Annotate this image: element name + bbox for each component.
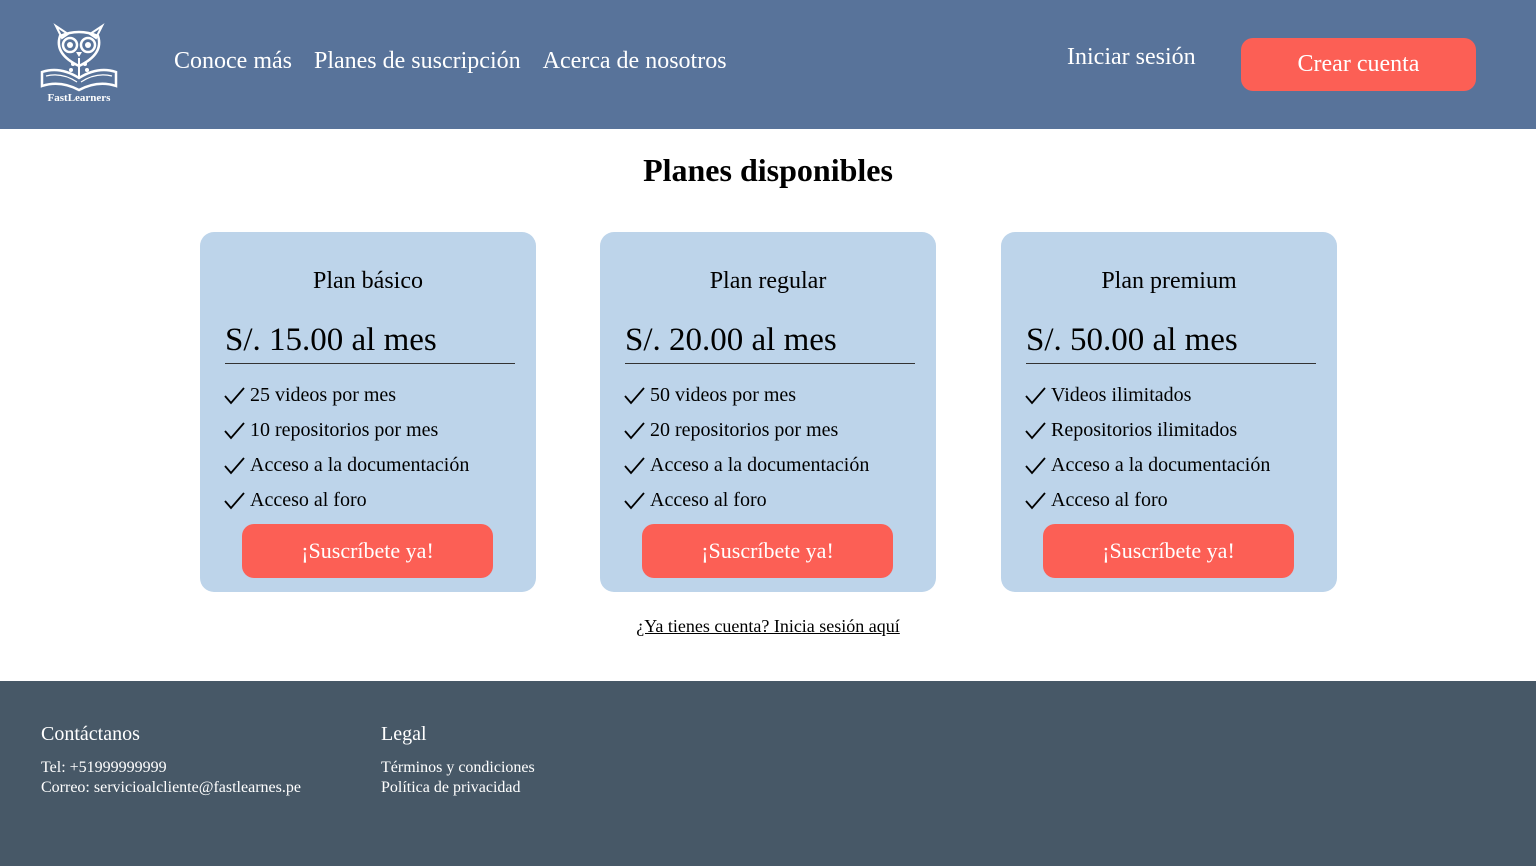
nav-acerca-nosotros[interactable]: Acerca de nosotros (543, 48, 727, 75)
feature-label: Acceso a la documentación (250, 454, 470, 476)
page-title: Planes disponibles (643, 152, 893, 188)
nav-planes-suscripcion[interactable]: Planes de suscripción (314, 48, 521, 75)
plan-name: Plan premium (1101, 268, 1237, 294)
footer-email: Correo: servicioalcliente@fastlearnes.pe (41, 779, 301, 796)
feature-list: 50 videos por mes 20 repositorios por me… (622, 378, 869, 518)
feature-item: 25 videos por mes (222, 378, 469, 413)
footer-legal-title: Legal (381, 723, 427, 745)
plan-price: S/. 15.00 al mes (225, 322, 515, 364)
plan-card-regular: Plan regular S/. 20.00 al mes 50 videos … (600, 232, 936, 592)
footer-contact: Contáctanos Tel: +51999999999 Correo: se… (41, 723, 301, 798)
feature-item: 50 videos por mes (622, 378, 869, 413)
main-nav: Conoce más Planes de suscripción Acerca … (174, 48, 727, 75)
checkmark-icon (224, 491, 245, 509)
plan-name: Plan regular (709, 268, 827, 294)
checkmark-icon (1025, 386, 1046, 404)
feature-label: 20 repositorios por mes (650, 419, 839, 441)
feature-item: Acceso al foro (1023, 483, 1270, 518)
checkmark-icon (1025, 421, 1046, 439)
feature-item: Videos ilimitados (1023, 378, 1270, 413)
checkmark-icon (624, 491, 645, 509)
feature-label: 50 videos por mes (650, 384, 797, 406)
privacy-link[interactable]: Política de privacidad (381, 778, 535, 798)
nav-conoce-mas[interactable]: Conoce más (174, 48, 292, 75)
feature-item: 10 repositorios por mes (222, 413, 469, 448)
feature-item: 20 repositorios por mes (622, 413, 869, 448)
feature-label: 10 repositorios por mes (250, 419, 439, 441)
feature-item: Acceso al foro (222, 483, 469, 518)
feature-item: Acceso a la documentación (222, 448, 469, 483)
feature-item: Acceso al foro (622, 483, 869, 518)
feature-item: Acceso a la documentación (1023, 448, 1270, 483)
subscribe-button-premium[interactable]: ¡Suscríbete ya! (1043, 524, 1294, 578)
plan-price: S/. 50.00 al mes (1026, 322, 1316, 364)
feature-label: Repositorios ilimitados (1051, 419, 1238, 441)
plan-card-basic: Plan básico S/. 15.00 al mes 25 videos p… (200, 232, 536, 592)
terms-link[interactable]: Términos y condiciones (381, 758, 535, 778)
logo[interactable]: FastLearners (38, 20, 120, 110)
plan-card-premium: Plan premium S/. 50.00 al mes Videos ili… (1001, 232, 1337, 592)
feature-label: Acceso al foro (250, 489, 367, 511)
feature-label: Acceso a la documentación (650, 454, 870, 476)
subscribe-button-regular[interactable]: ¡Suscríbete ya! (642, 524, 893, 578)
feature-list: 25 videos por mes 10 repositorios por me… (222, 378, 469, 518)
feature-list: Videos ilimitados Repositorios ilimitado… (1023, 378, 1270, 518)
feature-label: Videos ilimitados (1051, 384, 1192, 406)
plan-price: S/. 20.00 al mes (625, 322, 915, 364)
footer-legal: Legal Términos y condiciones Política de… (381, 723, 535, 798)
footer-phone: Tel: +51999999999 (41, 759, 167, 776)
feature-item: Repositorios ilimitados (1023, 413, 1270, 448)
owl-book-icon (40, 23, 118, 92)
footer-contact-title: Contáctanos (41, 723, 140, 745)
feature-label: Acceso a la documentación (1051, 454, 1271, 476)
checkmark-icon (1025, 491, 1046, 509)
login-prompt: ¿Ya tienes cuenta? Inicia sesión aquí (0, 616, 1536, 637)
feature-label: Acceso al foro (1051, 489, 1168, 511)
feature-label: 25 videos por mes (250, 384, 397, 406)
checkmark-icon (624, 421, 645, 439)
checkmark-icon (624, 386, 645, 404)
checkmark-icon (224, 421, 245, 439)
subscribe-button-basic[interactable]: ¡Suscríbete ya! (242, 524, 493, 578)
header: FastLearners Conoce más Planes de suscri… (0, 0, 1536, 129)
feature-label: Acceso al foro (650, 489, 767, 511)
checkmark-icon (224, 386, 245, 404)
plan-name: Plan básico (313, 268, 423, 294)
logo-text: FastLearners (47, 92, 111, 104)
login-here-link[interactable]: ¿Ya tienes cuenta? Inicia sesión aquí (636, 616, 900, 636)
create-account-button[interactable]: Crear cuenta (1241, 38, 1476, 91)
feature-item: Acceso a la documentación (622, 448, 869, 483)
checkmark-icon (224, 456, 245, 474)
login-link[interactable]: Iniciar sesión (1067, 44, 1196, 71)
checkmark-icon (624, 456, 645, 474)
checkmark-icon (1025, 456, 1046, 474)
footer: Contáctanos Tel: +51999999999 Correo: se… (0, 681, 1536, 866)
